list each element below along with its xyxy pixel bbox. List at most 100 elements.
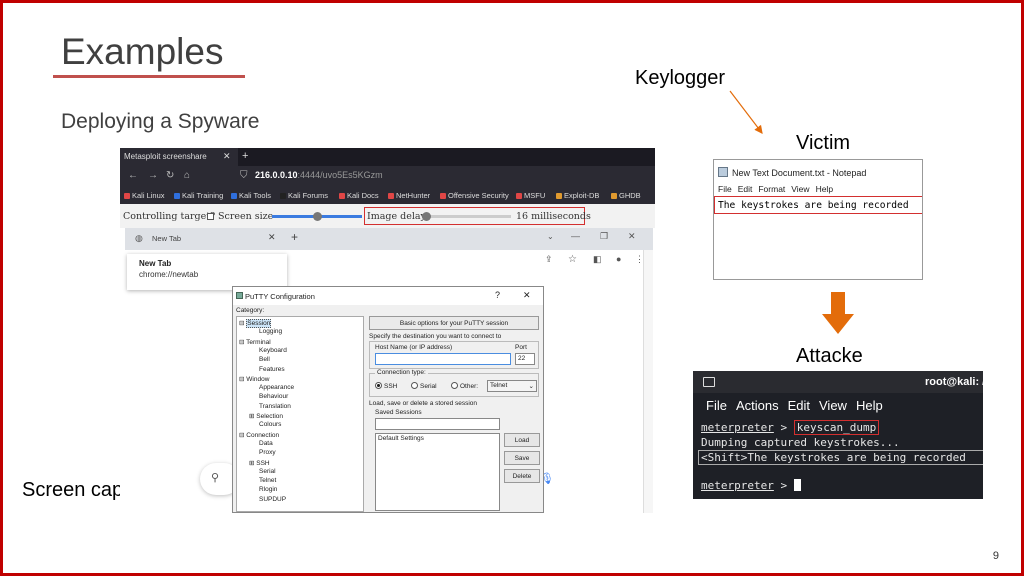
bookmark-item[interactable]: GHDB (611, 191, 641, 200)
menu-edit[interactable]: Edit (788, 398, 810, 413)
browser-nav-bar: ← → ↻ ⌂ ⛉ 216.0.0.10:4444/uvo5Es5KGzm (120, 166, 655, 186)
protocol-select[interactable]: Telnet ⌄ (487, 380, 537, 392)
save-button[interactable]: Save (504, 451, 540, 465)
bookmark-item[interactable]: Kali Tools (231, 191, 271, 200)
url-bar[interactable]: 216.0.0.10:4444/uvo5Es5KGzm (255, 170, 383, 180)
tree-item[interactable]: Data (259, 440, 273, 447)
browser-tab-title: Metasploit screenshare (124, 152, 207, 161)
delete-button[interactable]: Delete (504, 469, 540, 483)
bookmark-item[interactable]: MSFU (516, 191, 545, 200)
radio-other[interactable]: Other: (451, 382, 478, 390)
terminal-cursor (793, 479, 801, 491)
tree-item[interactable]: Bell (259, 356, 270, 363)
screen-size-slider-handle[interactable] (313, 212, 322, 221)
profile-icon[interactable]: ● (616, 254, 621, 264)
terminal-menu: File Actions Edit View Help (706, 398, 892, 413)
menu-format[interactable]: Format (758, 184, 785, 194)
menu-actions[interactable]: Actions (736, 398, 779, 413)
chrome-tab-label[interactable]: New Tab (152, 234, 181, 243)
help-button[interactable]: ? (495, 290, 500, 300)
chrome-tab-strip: ◍ New Tab ✕ + ⌄ — ❐ ✕ (125, 228, 653, 250)
menu-help[interactable]: Help (816, 184, 833, 194)
tree-item[interactable]: ⊟ Window (239, 375, 269, 383)
tree-item[interactable]: Rlogin (259, 486, 277, 493)
terminal-title: root@kali: / (925, 376, 983, 388)
new-tab-plus-icon[interactable]: + (242, 150, 248, 162)
star-icon[interactable]: ☆ (568, 254, 577, 265)
saved-session-name-input[interactable] (375, 418, 500, 430)
notepad-icon (718, 167, 728, 177)
notepad-text: The keystrokes are being recorded (718, 200, 909, 211)
close-icon[interactable]: ✕ (523, 290, 531, 301)
tree-item[interactable]: ⊟ Terminal (239, 338, 271, 346)
category-label: Category: (236, 307, 265, 314)
terminal-line-2: Dumping captured keystrokes... (701, 436, 900, 449)
tree-item[interactable]: ⊟ Session (239, 319, 272, 328)
menu-edit[interactable]: Edit (738, 184, 753, 194)
browser-tab[interactable]: Metasploit screenshare ✕ (120, 148, 238, 166)
chrome-logo-icon: ◍ (135, 233, 143, 243)
back-arrow-icon[interactable]: ← (128, 170, 138, 181)
menu-file[interactable]: File (706, 398, 727, 413)
tree-item[interactable]: ⊞ SSH (249, 459, 270, 467)
tree-item[interactable]: ⊞ Selection (249, 412, 283, 420)
notepad-text-highlight[interactable]: The keystrokes are being recorded (714, 196, 922, 214)
bookmark-item[interactable]: NetHunter (388, 191, 430, 200)
bookmark-item[interactable]: Kali Docs (339, 191, 379, 200)
maximize-icon[interactable]: ❐ (600, 231, 608, 242)
bookmark-item[interactable]: Kali Training (174, 191, 223, 200)
page-scrollbar[interactable] (643, 250, 653, 513)
tree-item[interactable]: Keyboard (259, 347, 287, 354)
radio-serial[interactable]: Serial (411, 382, 437, 390)
close-icon[interactable]: ✕ (268, 232, 276, 243)
menu-view[interactable]: View (791, 184, 809, 194)
port-input[interactable]: 22 (515, 353, 535, 365)
chevron-down-icon[interactable]: ⌄ (547, 232, 554, 241)
tree-item[interactable]: Telnet (259, 477, 276, 484)
tree-item-label: SSH (256, 459, 270, 467)
bookmark-icon (516, 193, 522, 199)
category-tree[interactable]: ⊟ Session Logging ⊟ Terminal Keyboard Bell Fe… (236, 316, 364, 512)
image-delay-slider[interactable] (423, 215, 511, 218)
menu-view[interactable]: View (819, 398, 847, 413)
saved-sessions-list[interactable]: Default Settings (375, 433, 500, 511)
notepad-menu: File Edit Format View Help (718, 184, 839, 194)
sidepanel-icon[interactable]: ◧ (593, 254, 602, 265)
tree-item[interactable]: Colours (259, 421, 281, 428)
tree-item[interactable]: Serial (259, 468, 276, 475)
tree-item[interactable]: Logging (259, 328, 282, 335)
controlling-target-checkbox[interactable] (207, 211, 214, 222)
home-icon[interactable]: ⌂ (184, 170, 190, 181)
tree-item[interactable]: Proxy (259, 449, 276, 456)
tree-item[interactable]: Features (259, 366, 285, 373)
bookmark-item[interactable]: Offensive Security (440, 191, 509, 200)
list-item[interactable]: Default Settings (378, 435, 424, 442)
tree-item[interactable]: ⊟ Connection (239, 431, 279, 439)
menu-help[interactable]: Help (856, 398, 883, 413)
terminal-line-4[interactable]: meterpreter > (701, 479, 801, 492)
close-icon[interactable]: ✕ (223, 151, 231, 162)
bookmark-icon (280, 193, 286, 199)
security-shield-icon: ⛉ (240, 170, 248, 181)
menu-file[interactable]: File (718, 184, 732, 194)
share-icon[interactable]: ⇪ (545, 254, 553, 265)
load-button[interactable]: Load (504, 433, 540, 447)
tree-item[interactable]: Appearance (259, 384, 294, 391)
new-tab-plus-icon[interactable]: + (291, 230, 298, 244)
bookmark-item[interactable]: Kali Forums (280, 191, 328, 200)
radio-ssh[interactable]: SSH (375, 382, 397, 390)
minimize-icon[interactable]: — (571, 231, 580, 241)
tree-item[interactable]: Translation (259, 403, 291, 410)
tree-item-label: Session (246, 319, 272, 328)
reload-icon[interactable]: ↻ (166, 170, 174, 181)
host-input[interactable] (375, 353, 511, 365)
tree-item[interactable]: SUPDUP (259, 496, 286, 503)
forward-arrow-icon[interactable]: → (148, 170, 158, 181)
tree-item-label: Keyboard (259, 346, 287, 354)
close-icon[interactable]: ✕ (628, 231, 636, 242)
image-delay-slider-handle[interactable] (422, 212, 431, 221)
bookmark-item[interactable]: Kali Linux (124, 191, 165, 200)
bookmark-item[interactable]: Exploit-DB (556, 191, 599, 200)
attacker-terminal-screenshot: root@kali: / File Actions Edit View Help met… (693, 371, 983, 499)
tree-item[interactable]: Behaviour (259, 393, 288, 400)
